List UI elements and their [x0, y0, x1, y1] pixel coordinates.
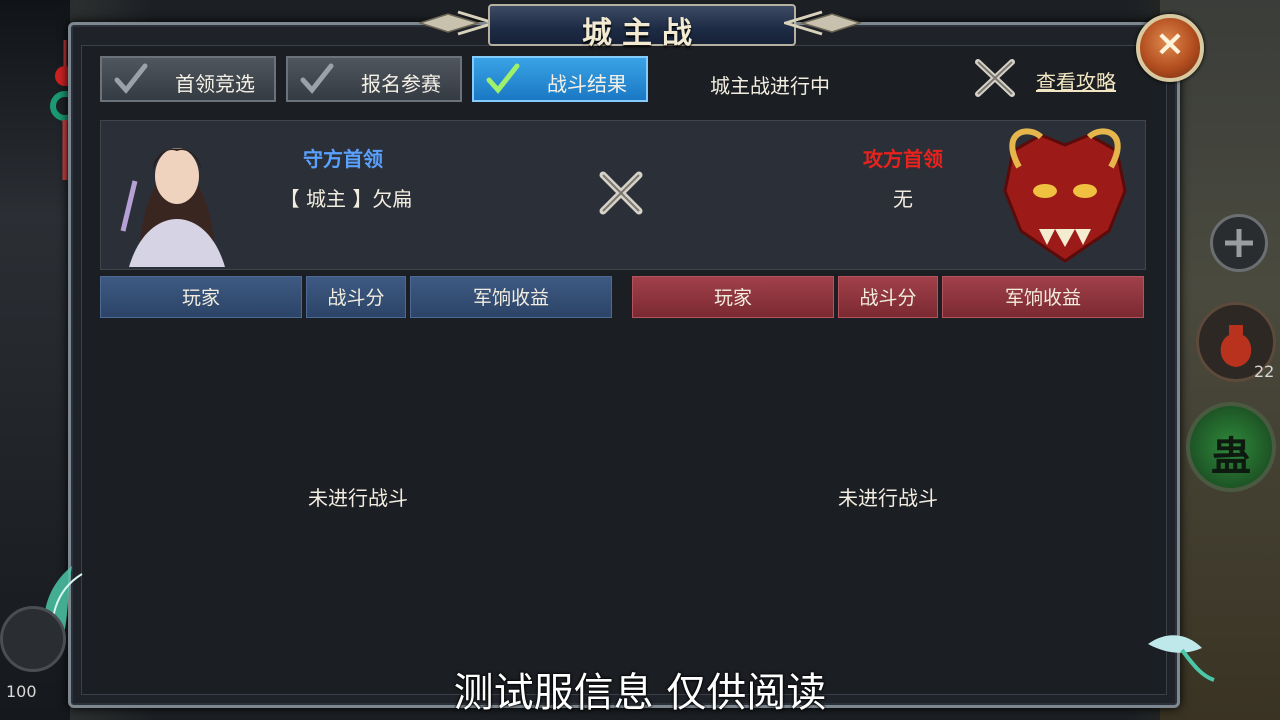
- left-scroll-ornament-icon: [418, 10, 496, 36]
- window-title: 城主战: [582, 16, 702, 51]
- check-icon: [114, 63, 148, 94]
- check-icon: [486, 63, 520, 94]
- crossed-swords-icon[interactable]: [972, 56, 1020, 102]
- plus-icon: [1225, 229, 1253, 257]
- attacker-col-player: 玩家: [632, 276, 834, 318]
- attacker-col-pay: 军饷收益: [942, 276, 1144, 318]
- tab-label: 战斗结果: [547, 72, 627, 96]
- defender-col-score: 战斗分: [306, 276, 406, 318]
- attacker-col-score: 战斗分: [838, 276, 938, 318]
- defender-empty-message: 未进行战斗: [308, 486, 408, 510]
- leaders-panel: 守方首领 【 城主 】欠扁 攻方首领 无: [100, 120, 1146, 270]
- tab-battle-results[interactable]: 战斗结果: [472, 56, 648, 102]
- war-status-text: 城主战进行中: [710, 74, 830, 98]
- attacker-leader-name: 无: [893, 187, 913, 211]
- close-icon: ×: [1154, 23, 1186, 64]
- potion-count: 22: [1254, 362, 1275, 381]
- right-scroll-ornament-icon: [784, 10, 862, 36]
- tab-registration[interactable]: 报名参赛: [286, 56, 462, 102]
- defender-col-player: 玩家: [100, 276, 302, 318]
- tab-leader-election[interactable]: 首领竞选: [100, 56, 276, 102]
- close-button[interactable]: ×: [1136, 14, 1204, 82]
- tab-label: 报名参赛: [361, 72, 441, 96]
- attacker-leader-label: 攻方首领: [863, 147, 943, 171]
- gu-skill-button[interactable]: 蛊: [1186, 402, 1276, 492]
- view-guide-link[interactable]: 查看攻略: [1036, 66, 1116, 95]
- title-plate: 城主战: [488, 4, 796, 51]
- versus-swords-icon: [599, 171, 643, 215]
- attacker-empty-message: 未进行战斗: [838, 486, 938, 510]
- tab-label: 首领竞选: [175, 72, 255, 96]
- add-button[interactable]: [1210, 214, 1268, 272]
- defender-leader-portrait: [109, 121, 245, 267]
- red-demon-mask-icon: [1003, 128, 1127, 263]
- title-banner: 城主战: [418, 2, 862, 51]
- defender-leader-label: 守方首领: [303, 147, 383, 171]
- defender-col-pay: 军饷收益: [410, 276, 612, 318]
- gu-skill-label: 蛊: [1211, 434, 1251, 480]
- check-icon: [300, 63, 334, 94]
- defender-leader-name: 【 城主 】欠扁: [279, 187, 413, 211]
- test-server-watermark: 测试服信息 仅供阅读: [453, 670, 827, 716]
